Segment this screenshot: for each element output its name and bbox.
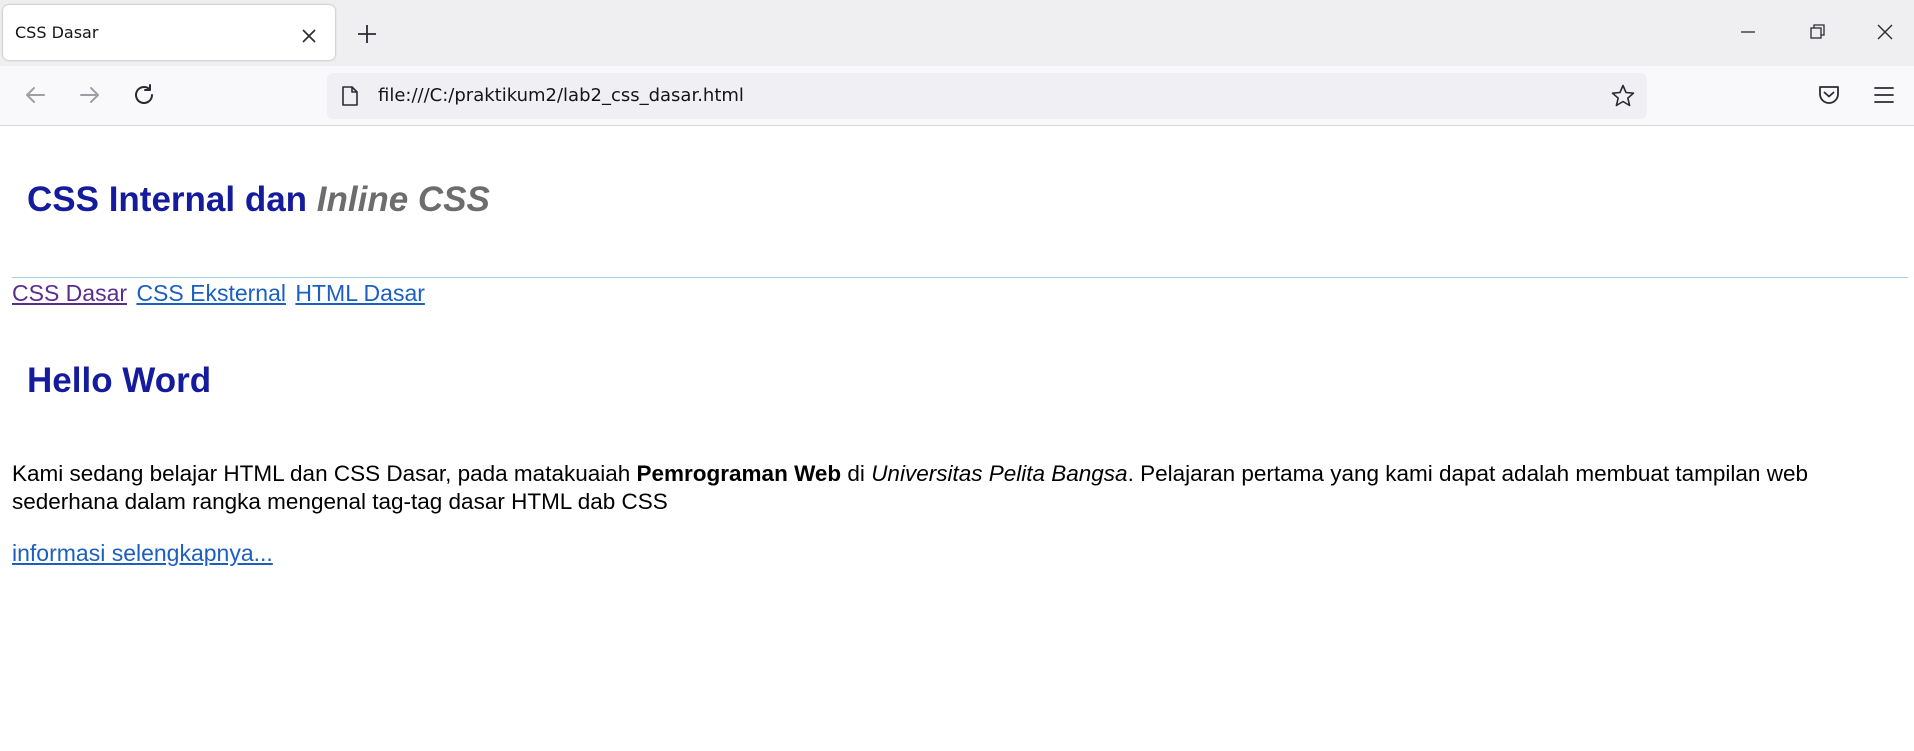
nav-link-css-eksternal[interactable]: CSS Eksternal [136,280,286,306]
page-content: CSS Internal dan Inline CSS CSS Dasar CS… [0,127,1914,751]
paragraph-text-2: di [841,461,872,486]
close-icon[interactable] [300,27,318,45]
url-bar[interactable]: file:///C:/praktikum2/lab2_css_dasar.htm… [327,73,1647,119]
hamburger-menu-icon[interactable] [1871,82,1897,108]
paragraph-bold: Pemrograman Web [636,461,842,486]
star-icon[interactable] [1610,83,1636,109]
article-heading: Hello Word [27,361,212,400]
tab-title: CSS Dasar [15,23,99,42]
nav-link-html-dasar[interactable]: HTML Dasar [295,280,425,306]
paragraph-text-1: Kami sedang belajar HTML dan CSS Dasar, … [12,461,637,486]
url-text[interactable]: file:///C:/praktikum2/lab2_css_dasar.htm… [378,85,744,106]
window-close-icon[interactable] [1875,22,1895,42]
paragraph-italic: Universitas Pelita Bangsa [871,461,1128,486]
minimize-icon[interactable] [1738,22,1758,42]
article-paragraph: Kami sedang belajar HTML dan CSS Dasar, … [12,460,1902,516]
plus-icon[interactable] [355,22,379,46]
tab-bar: CSS Dasar [0,0,1914,66]
page-nav: CSS Dasar CSS Eksternal HTML Dasar [12,280,428,307]
page-title: CSS Internal dan Inline CSS [27,180,490,220]
back-arrow-icon[interactable] [22,82,48,108]
more-info-link[interactable]: informasi selengkapnya... [12,540,273,567]
page-title-plain: CSS Internal dan [27,180,317,219]
page-icon [342,86,358,106]
reload-icon[interactable] [131,82,157,108]
nav-link-css-dasar[interactable]: CSS Dasar [12,280,127,306]
restore-icon[interactable] [1807,22,1827,42]
active-tab[interactable]: CSS Dasar [3,5,335,60]
pocket-icon[interactable] [1816,82,1842,108]
page-title-italic: Inline CSS [316,180,490,219]
navigation-toolbar: file:///C:/praktikum2/lab2_css_dasar.htm… [0,66,1914,126]
forward-arrow-icon[interactable] [77,82,103,108]
header-divider [12,277,1908,278]
